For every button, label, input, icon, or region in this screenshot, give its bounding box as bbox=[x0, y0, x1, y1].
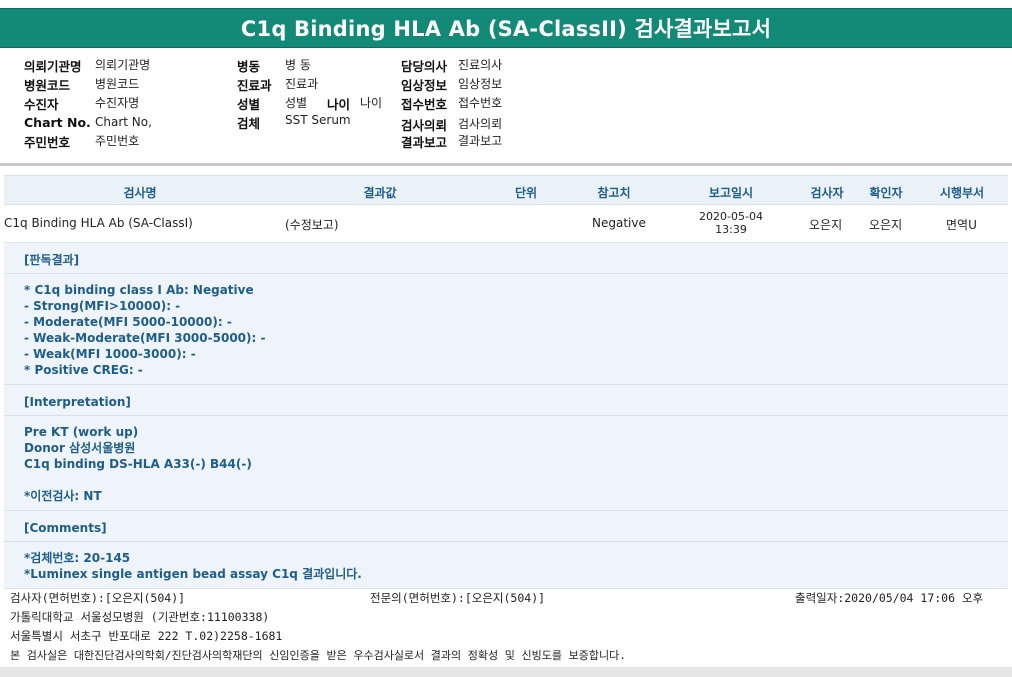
interpretation-line bbox=[24, 472, 1008, 488]
hospital-name: 가톨릭대학교 서울성모병원 (기관번호:11100338) bbox=[10, 610, 270, 624]
value-requesting-institution: 의뢰기관명 bbox=[95, 58, 151, 72]
judgement-line: - Moderate(MFI 5000-10000): - bbox=[24, 315, 232, 329]
judgement-title: [판독결과] bbox=[24, 253, 80, 267]
cell-result: (수정보고) bbox=[285, 218, 339, 232]
cell-report-time: 13:39 bbox=[715, 223, 747, 236]
hospital-address: 서울특별시 서초구 반포대로 222 T.02)2258-1681 bbox=[10, 629, 283, 643]
table-row[interactable]: C1q Binding HLA Ab (SA-ClassI) (수정보고) Ne… bbox=[4, 205, 1008, 243]
value-receipt-number: 접수번호 bbox=[458, 96, 503, 110]
label-receipt-number: 접수번호 bbox=[401, 97, 448, 112]
value-resident-number: 주민번호 bbox=[95, 134, 140, 148]
label-result-report: 결과보고 bbox=[401, 135, 448, 150]
label-ward: 병동 bbox=[237, 59, 261, 74]
value-sex: 성별 bbox=[285, 96, 308, 110]
label-specimen: 검체 bbox=[237, 116, 261, 131]
value-clinical-info: 임상정보 bbox=[458, 77, 503, 91]
interpretation-title-row: [Interpretation] bbox=[4, 385, 1008, 416]
comments-line: *검체번호: 20-145 bbox=[24, 551, 131, 565]
value-chart-no: Chart No, bbox=[95, 115, 152, 129]
label-resident-number: 주민번호 bbox=[24, 135, 71, 150]
judgement-line: * Positive CREG: - bbox=[24, 363, 143, 377]
value-doctor: 진료의사 bbox=[458, 58, 503, 72]
judgement-line: - Weak-Moderate(MFI 3000-5000): - bbox=[24, 331, 266, 345]
value-hospital-code: 병원코드 bbox=[95, 77, 140, 91]
label-age: 나이 bbox=[327, 97, 351, 112]
value-patient: 수진자명 bbox=[95, 96, 140, 110]
interpretation-body: Pre KT (work up) Donor 삼성서울병원 C1q bindin… bbox=[4, 416, 1008, 511]
label-doctor: 담당의사 bbox=[401, 59, 448, 74]
label-chart-no: Chart No. bbox=[24, 115, 91, 130]
header-result: 결과값 bbox=[363, 186, 397, 200]
judgement-line: * C1q binding class I Ab: Negative bbox=[24, 283, 254, 297]
judgement-body: * C1q binding class I Ab: Negative - Str… bbox=[4, 274, 1008, 385]
cell-department: 면역U bbox=[946, 218, 977, 232]
interpretation-line: C1q binding DS-HLA A33(-) B44(-) bbox=[24, 457, 252, 471]
judgement-line: - Strong(MFI>10000): - bbox=[24, 299, 181, 313]
specialist-license: 전문의(면허번호):[오은지(504)] bbox=[370, 591, 546, 605]
results-header-row: 검사명 결과값 단위 참고치 보고일시 검사자 확인자 시행부서 bbox=[4, 175, 1008, 205]
header-test-name: 검사명 bbox=[123, 186, 157, 200]
report-title: C1q Binding HLA Ab (SA-ClassII) 검사결과보고서 bbox=[240, 17, 772, 41]
comments-title: [Comments] bbox=[24, 521, 107, 535]
header-reference: 참고치 bbox=[597, 186, 631, 200]
cell-confirmer: 오은지 bbox=[869, 218, 903, 232]
section-divider bbox=[0, 163, 1012, 166]
header-department: 시행부서 bbox=[939, 186, 985, 200]
judgement-title-row: [판독결과] bbox=[4, 243, 1008, 274]
certification-statement: 본 검사실은 대한진단검사의학회/진단검사의학재단의 신임인증을 받은 우수검사… bbox=[10, 649, 626, 662]
interpretation-title: [Interpretation] bbox=[24, 395, 131, 409]
value-test-request: 검사의뢰 bbox=[458, 117, 503, 131]
print-date: 출력일자:2020/05/04 17:06 오후 bbox=[795, 591, 984, 605]
header-unit: 단위 bbox=[514, 186, 538, 200]
comments-title-row: [Comments] bbox=[4, 511, 1008, 542]
tester-license: 검사자(면허번호):[오은지(504)] bbox=[10, 591, 186, 605]
cell-tester: 오은지 bbox=[809, 218, 843, 232]
report-title-bar: C1q Binding HLA Ab (SA-ClassII) 검사결과보고서 bbox=[0, 8, 1012, 48]
value-age: 나이 bbox=[360, 96, 383, 110]
value-result-report: 결과보고 bbox=[458, 134, 503, 148]
interpretation-line: *이전검사: NT bbox=[24, 489, 102, 503]
comments-body: *검체번호: 20-145 *Luminex single antigen be… bbox=[4, 542, 1008, 589]
value-specimen: SST Serum bbox=[285, 113, 351, 127]
interpretation-line: Pre KT (work up) bbox=[24, 425, 139, 439]
comments-line: *Luminex single antigen bead assay C1q 결… bbox=[24, 567, 362, 581]
header-confirmer: 확인자 bbox=[869, 186, 903, 200]
results-table: 검사명 결과값 단위 참고치 보고일시 검사자 확인자 시행부서 C1q Bin… bbox=[4, 175, 1008, 589]
label-hospital-code: 병원코드 bbox=[24, 78, 71, 93]
label-requesting-institution: 의뢰기관명 bbox=[24, 59, 82, 74]
cell-reference: Negative bbox=[592, 216, 646, 230]
value-ward: 병 동 bbox=[285, 58, 311, 72]
cell-test-name: C1q Binding HLA Ab (SA-ClassI) bbox=[4, 216, 193, 230]
report-footer: 검사자(면허번호):[오은지(504)] 전문의(면허번호):[오은지(504)… bbox=[0, 589, 1012, 669]
label-department: 진료과 bbox=[237, 78, 272, 93]
interpretation-line: Donor 삼성서울병원 bbox=[24, 441, 136, 455]
header-tester: 검사자 bbox=[810, 186, 844, 200]
label-patient: 수진자 bbox=[24, 97, 59, 112]
value-department: 진료과 bbox=[285, 77, 319, 91]
cell-report-date: 2020-05-04 bbox=[699, 210, 763, 223]
patient-info-section: 의뢰기관명 의뢰기관명 병원코드 병원코드 수진자 수진자명 Chart No.… bbox=[0, 55, 1012, 160]
footer-bottom-bar bbox=[0, 667, 1012, 677]
header-report-date: 보고일시 bbox=[708, 186, 754, 200]
label-clinical-info: 임상정보 bbox=[401, 78, 448, 93]
label-sex: 성별 bbox=[237, 97, 261, 112]
judgement-line: - Weak(MFI 1000-3000): - bbox=[24, 347, 196, 361]
